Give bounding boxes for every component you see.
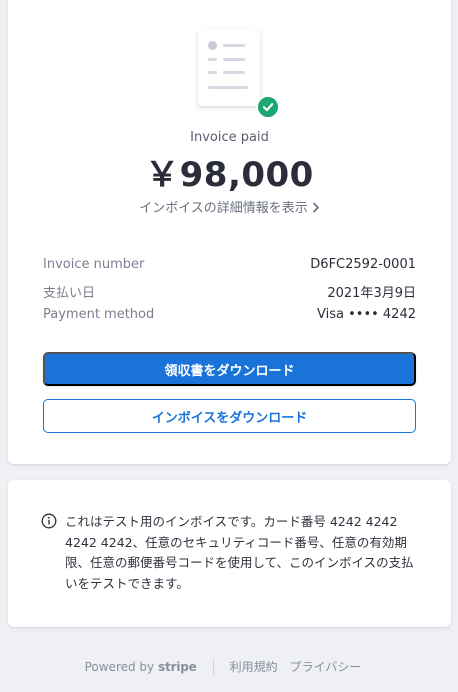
payment-method-row: Payment method Visa •••• 4242	[43, 307, 416, 322]
test-mode-notice: これはテスト用のインボイスです。カード番号 4242 4242 4242 424…	[41, 512, 421, 594]
meta-label: 支払い日	[43, 286, 96, 301]
document-icon	[198, 30, 260, 106]
meta-value: 2021年3月9日	[327, 286, 416, 301]
meta-label: Payment method	[43, 307, 155, 322]
view-invoice-details-link[interactable]: インボイスの詳細情報を表示	[8, 197, 451, 217]
download-invoice-button[interactable]: インボイスをダウンロード	[43, 399, 416, 433]
chevron-right-icon	[312, 202, 320, 217]
invoice-amount: ￥98,000	[145, 155, 314, 195]
footer-divider	[212, 658, 214, 675]
notice-text: これはテスト用のインボイスです。カード番号 4242 4242 4242 424…	[65, 514, 414, 591]
terms-link[interactable]: 利用規約	[230, 658, 278, 675]
invoice-status: Invoice paid	[190, 130, 269, 145]
stripe-logo[interactable]: stripe	[158, 660, 197, 674]
info-circle-icon	[41, 513, 57, 594]
privacy-link[interactable]: プライバシー	[290, 658, 362, 675]
invoice-summary-card: Invoice paid ￥98,000 インボイスの詳細情報を表示 Invoi…	[8, 0, 451, 464]
payment-date-row: 支払い日 2021年3月9日	[43, 282, 416, 301]
meta-value: Visa •••• 4242	[317, 307, 416, 322]
details-link-label: インボイスの詳細情報を表示	[139, 201, 308, 216]
meta-value: D6FC2592-0001	[310, 257, 416, 272]
invoice-number-row: Invoice number D6FC2592-0001	[43, 257, 416, 272]
page-footer: Powered by stripe 利用規約 プライバシー	[0, 658, 458, 675]
powered-by-label: Powered by	[84, 659, 155, 674]
test-mode-notice-card: これはテスト用のインボイスです。カード番号 4242 4242 4242 424…	[8, 480, 451, 627]
meta-label: Invoice number	[43, 257, 145, 272]
download-receipt-button[interactable]: 領収書をダウンロード	[43, 352, 416, 386]
check-circle-icon	[256, 95, 280, 119]
